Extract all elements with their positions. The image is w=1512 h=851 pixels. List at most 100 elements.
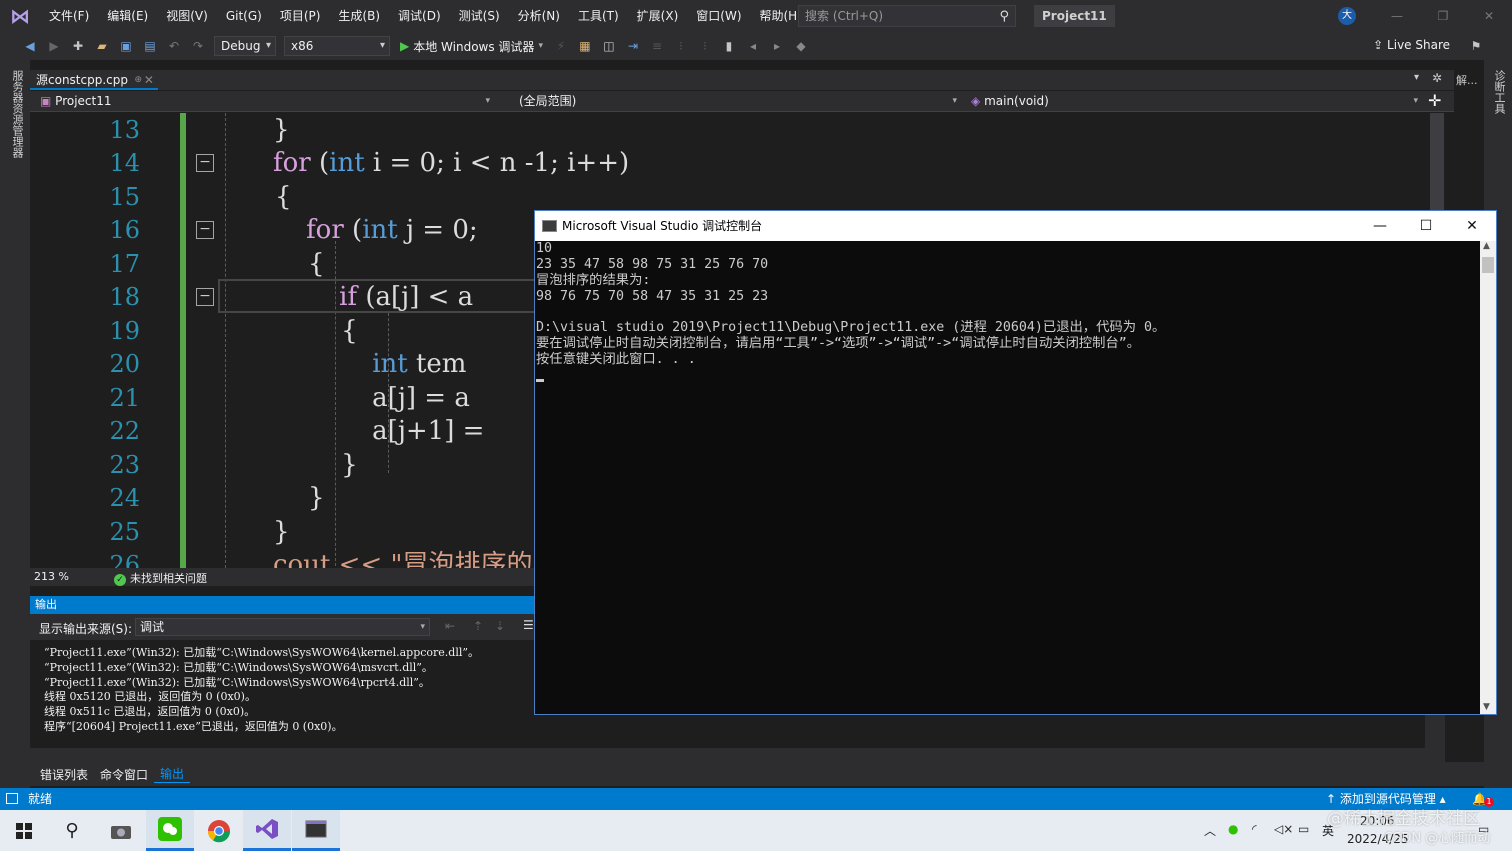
collapse-icon[interactable]: − [196, 154, 214, 172]
output-horizontal-scrollbar[interactable] [30, 748, 1425, 762]
clear-bookmarks-icon[interactable]: ◆ [791, 36, 811, 56]
collapse-icon[interactable]: − [196, 288, 214, 306]
configuration-dropdown[interactable]: Debug [214, 36, 276, 56]
tab-command-window[interactable]: 命令窗口 [94, 766, 154, 783]
line-number: 14 [109, 149, 140, 177]
project-dropdown[interactable]: ▣ Project11 [34, 92, 494, 111]
wechat-app-icon[interactable] [146, 810, 194, 851]
wechat-tray-icon[interactable]: ● [1228, 822, 1238, 836]
collapse-icon[interactable]: − [196, 221, 214, 239]
scroll-thumb[interactable] [1482, 257, 1494, 273]
prev-message-icon[interactable]: ⇡ [473, 619, 483, 633]
new-project-icon[interactable]: ✚ [68, 36, 88, 56]
comment-icon[interactable]: ⁝ [671, 36, 691, 56]
status-icon [6, 793, 18, 804]
tab-output[interactable]: 输出 [154, 765, 191, 783]
save-icon[interactable]: ▣ [116, 36, 136, 56]
live-share-button[interactable]: ⇪ Live Share [1373, 38, 1450, 52]
menu-debug[interactable]: 调试(D) [389, 0, 450, 32]
menu-file[interactable]: 文件(F) [40, 0, 98, 32]
scroll-up-icon[interactable]: ▲ [1483, 241, 1490, 251]
settings-icon[interactable]: ✲ [1432, 71, 1442, 85]
console-maximize-button[interactable]: ☐ [1403, 211, 1449, 241]
bookmark-icon[interactable]: ▮ [719, 36, 739, 56]
restore-icon[interactable]: ❐ [1420, 0, 1466, 32]
menu-view[interactable]: 视图(V) [157, 0, 217, 32]
undo-icon[interactable]: ↶ [164, 36, 184, 56]
menu-tools[interactable]: 工具(T) [569, 0, 628, 32]
text-cursor [536, 379, 544, 382]
search-input[interactable]: 搜索 (Ctrl+Q) ⚲ [798, 5, 1016, 27]
uncomment-icon[interactable]: ⁝ [695, 36, 715, 56]
avatar[interactable]: 大 [1338, 7, 1356, 25]
solution-explorer-shortcut[interactable]: 解... [1456, 72, 1478, 88]
platform-dropdown[interactable]: x86 [284, 36, 390, 56]
member-dropdown[interactable]: ◈ main(void) [965, 92, 1422, 111]
start-debugging-button[interactable]: ▶ 本地 Windows 调试器 ▾ [400, 38, 543, 55]
console-minimize-button[interactable]: — [1357, 211, 1403, 241]
output-pane-header[interactable]: 输出 [30, 596, 535, 614]
console-vertical-scrollbar[interactable]: ▲ ▼ [1480, 241, 1496, 714]
console-output[interactable]: 10 23 35 47 58 98 75 31 25 76 70 冒泡排序的结果… [535, 241, 1480, 714]
network-icon[interactable]: ◜ [1252, 822, 1257, 836]
menu-analyze[interactable]: 分析(N) [509, 0, 569, 32]
prev-bookmark-icon[interactable]: ◂ [743, 36, 763, 56]
open-folder-icon[interactable]: ▰ [92, 36, 112, 56]
console-title: Microsoft Visual Studio 调试控制台 [562, 219, 763, 233]
server-explorer-tab[interactable]: 服务器资源管理器 [9, 70, 25, 158]
search-icon[interactable]: ⚲ [48, 810, 96, 851]
zoom-level[interactable]: 213 % [34, 570, 69, 583]
clear-all-icon[interactable]: ☰ [523, 618, 534, 632]
forward-arrow-icon[interactable]: ▶ [44, 36, 64, 56]
camera-app-icon[interactable] [97, 810, 145, 851]
feedback-icon[interactable]: ⚑ [1466, 36, 1486, 56]
scroll-down-icon[interactable]: ▼ [1483, 702, 1490, 712]
code-text: for (int j = 0; [306, 215, 478, 245]
menu-edit[interactable]: 编辑(E) [98, 0, 157, 32]
tab-list-icon[interactable]: ▾ [1414, 72, 1419, 83]
volume-icon[interactable]: ◁× [1274, 822, 1293, 836]
console-title-bar[interactable]: Microsoft Visual Studio 调试控制台 — ☐ ✕ [535, 211, 1496, 241]
chrome-app-icon[interactable] [195, 810, 243, 851]
solution-explorer-icon[interactable]: ▦ [575, 36, 595, 56]
start-icon[interactable] [0, 810, 48, 851]
battery-icon[interactable]: ▭ [1298, 822, 1309, 836]
back-arrow-icon[interactable]: ◀ [20, 36, 40, 56]
close-tab-icon[interactable]: ✕ [144, 70, 154, 90]
bottom-tab-strip: 错误列表 命令窗口 输出 [30, 762, 1484, 786]
menu-extensions[interactable]: 扩展(X) [628, 0, 688, 32]
output-source-dropdown[interactable]: 调试 [135, 618, 430, 636]
tab-source-file[interactable]: 源constcpp.cpp ⊕ ✕ [30, 70, 158, 90]
show-hidden-icons[interactable]: ︿ [1204, 822, 1216, 839]
go-to-message-icon[interactable]: ⇤ [445, 619, 455, 633]
console-close-button[interactable]: ✕ [1449, 211, 1495, 241]
scope-dropdown[interactable]: (全局范围) [513, 92, 961, 111]
next-message-icon[interactable]: ⇣ [495, 619, 505, 633]
visual-studio-app-icon[interactable] [243, 810, 291, 851]
menu-project[interactable]: 项目(P) [271, 0, 330, 32]
minimize-icon[interactable]: — [1374, 0, 1420, 32]
hot-reload-icon[interactable]: ⚡ [551, 36, 571, 56]
save-all-icon[interactable]: ▤ [140, 36, 160, 56]
pin-icon[interactable]: ⊕ [134, 70, 142, 90]
member-dropdown-label: main(void) [984, 94, 1049, 108]
code-text: int tem [372, 349, 467, 379]
close-icon[interactable]: ✕ [1466, 0, 1512, 32]
menu-git[interactable]: Git(G) [217, 0, 271, 32]
issues-indicator[interactable]: ✓ 未找到相关问题 [114, 570, 207, 586]
live-share-label: Live Share [1387, 38, 1450, 52]
menu-test[interactable]: 测试(S) [450, 0, 509, 32]
step-icon[interactable]: ⇥ [623, 36, 643, 56]
diagnostic-tools-tab[interactable]: 诊断工具 [1491, 70, 1507, 114]
tab-error-list[interactable]: 错误列表 [34, 766, 94, 783]
code-text: cout << "冒泡排序的 [273, 550, 533, 568]
format-icon[interactable]: ≡ [647, 36, 667, 56]
next-bookmark-icon[interactable]: ▸ [767, 36, 787, 56]
redo-icon[interactable]: ↷ [188, 36, 208, 56]
debug-console-window[interactable]: Microsoft Visual Studio 调试控制台 — ☐ ✕ 10 2… [534, 210, 1497, 715]
console-app-icon[interactable] [292, 810, 340, 851]
split-editor-icon[interactable]: ✛ [1428, 91, 1441, 110]
browse-icon[interactable]: ◫ [599, 36, 619, 56]
menu-window[interactable]: 窗口(W) [687, 0, 750, 32]
menu-build[interactable]: 生成(B) [329, 0, 389, 32]
